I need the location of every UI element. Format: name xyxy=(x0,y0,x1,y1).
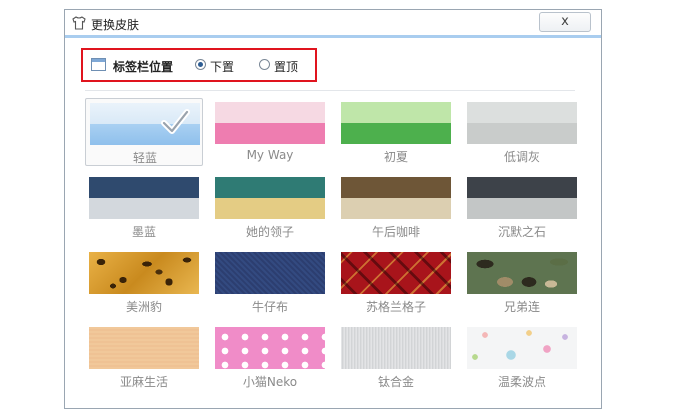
skin-tadelingzi[interactable]: 她的领子 xyxy=(211,173,329,241)
skin-label: 小猫Neko xyxy=(242,375,298,389)
skin-dialog: 更换皮肤 x 标签栏位置 下置 置顶 轻蓝 My Way 初夏 低调灰 墨蓝 她… xyxy=(64,9,602,409)
skin-didiaohui[interactable]: 低调灰 xyxy=(463,98,581,166)
radio-top[interactable] xyxy=(259,59,270,70)
skin-label: 温柔波点 xyxy=(497,375,546,389)
skin-label: 初夏 xyxy=(383,150,408,164)
skin-label: 她的领子 xyxy=(245,225,294,239)
skin-label: 低调灰 xyxy=(503,150,540,164)
skin-molan[interactable]: 墨蓝 xyxy=(85,173,203,241)
skin-wuhoukafei[interactable]: 午后咖啡 xyxy=(337,173,455,241)
close-button[interactable]: x xyxy=(539,12,591,32)
tab-position-setting: 标签栏位置 下置 置顶 xyxy=(81,48,317,82)
divider xyxy=(85,90,575,91)
tab-position-label: 标签栏位置 xyxy=(113,60,174,74)
skin-label: 墨蓝 xyxy=(131,225,156,239)
skin-chenmozhishi[interactable]: 沉默之石 xyxy=(463,173,581,241)
skin-sugelangezi[interactable]: 苏格兰格子 xyxy=(337,248,455,316)
shirt-icon xyxy=(72,16,86,30)
radio-top-label[interactable]: 置顶 xyxy=(274,58,298,75)
checkmark-icon xyxy=(161,109,190,134)
skin-label: 午后咖啡 xyxy=(371,225,420,239)
skin-label: 沉默之石 xyxy=(497,225,546,239)
skin-label: 美洲豹 xyxy=(125,300,162,314)
title-bar: 更换皮肤 x xyxy=(65,10,601,38)
radio-bottom[interactable] xyxy=(195,59,206,70)
skin-niuzaibu[interactable]: 牛仔布 xyxy=(211,248,329,316)
skin-label: 轻蓝 xyxy=(132,151,157,165)
skin-label: 亚麻生活 xyxy=(119,375,168,389)
skin-label: 兄弟连 xyxy=(503,300,540,314)
tab-bar-icon xyxy=(91,58,106,71)
radio-bottom-label[interactable]: 下置 xyxy=(210,58,234,75)
skin-label: 苏格兰格子 xyxy=(365,300,426,314)
skin-label: My Way xyxy=(246,148,294,162)
skin-meizhoubao[interactable]: 美洲豹 xyxy=(85,248,203,316)
skin-my-way[interactable]: My Way xyxy=(211,98,329,166)
skin-chuxia[interactable]: 初夏 xyxy=(337,98,455,166)
skin-wenroubodian[interactable]: 温柔波点 xyxy=(463,323,581,391)
skin-xiongdilian[interactable]: 兄弟连 xyxy=(463,248,581,316)
dialog-title: 更换皮肤 xyxy=(91,18,140,32)
skin-label: 牛仔布 xyxy=(251,300,288,314)
skin-xiaomao-neko[interactable]: 小猫Neko xyxy=(211,323,329,391)
skin-label: 钛合金 xyxy=(377,375,414,389)
skin-qinglan[interactable]: 轻蓝 xyxy=(85,98,203,166)
skin-taihejin[interactable]: 钛合金 xyxy=(337,323,455,391)
skin-yamashenghuo[interactable]: 亚麻生活 xyxy=(85,323,203,391)
